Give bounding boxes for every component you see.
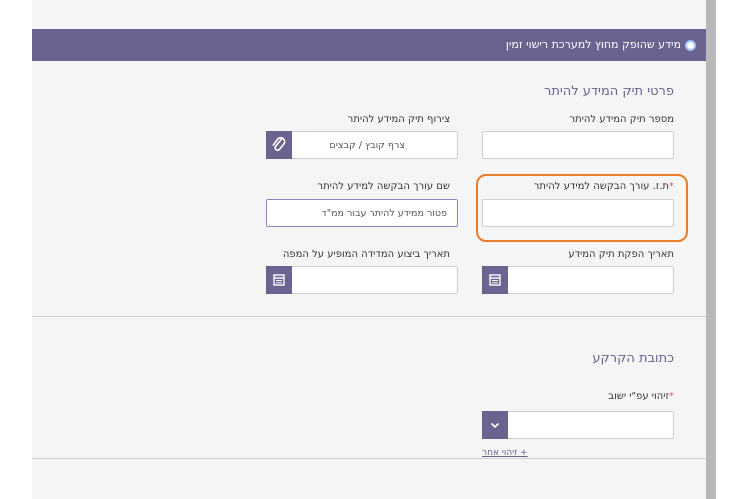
label-attach-file: צירוף תיק המידע להיתר bbox=[347, 114, 450, 125]
label-measure-date: תאריך ביצוע המדידה המופיע על המפה bbox=[282, 249, 450, 260]
file-number-input[interactable] bbox=[482, 131, 674, 159]
form-page: מידע שהופק מחוץ למערכת רישוי זמין פרטי ת… bbox=[32, 0, 706, 499]
attach-placeholder: צרף קובץ / קבצים bbox=[329, 140, 405, 151]
scrollbar-track[interactable] bbox=[706, 0, 716, 499]
label-requester-name: שם עורך הבקשה למידע להיתר bbox=[317, 181, 450, 192]
radio-icon[interactable] bbox=[685, 40, 696, 51]
label-file-number: מספר תיק המידע להיתר bbox=[569, 114, 674, 125]
issue-date-calendar-button[interactable] bbox=[482, 266, 508, 294]
requester-name-placeholder: פטור ממידע להיתר עבור ממ"ד bbox=[321, 208, 447, 219]
section-divider bbox=[32, 316, 706, 317]
settlement-dropdown-button[interactable] bbox=[482, 411, 508, 439]
paperclip-icon bbox=[272, 136, 286, 151]
attach-file-field[interactable]: צרף קובץ / קבצים bbox=[266, 131, 458, 159]
section-header: מידע שהופק מחוץ למערכת רישוי זמין bbox=[32, 29, 706, 61]
issue-date-input[interactable] bbox=[482, 266, 674, 294]
header-title: מידע שהופק מחוץ למערכת רישוי זמין bbox=[505, 38, 681, 51]
label-issue-date: תאריך הפקת תיק המידע bbox=[568, 249, 674, 260]
calendar-icon bbox=[273, 274, 285, 286]
requester-name-input[interactable]: פטור ממידע להיתר עבור ממ"ד bbox=[266, 199, 458, 227]
settlement-select[interactable] bbox=[482, 411, 674, 439]
label-settlement: *זיהוי עפ"י ישוב bbox=[608, 391, 674, 402]
highlight-box bbox=[476, 174, 688, 242]
attach-button[interactable] bbox=[266, 131, 292, 159]
chevron-down-icon bbox=[490, 422, 500, 429]
calendar-icon bbox=[489, 274, 501, 286]
other-id-link[interactable]: + זיהוי אחר bbox=[482, 448, 528, 458]
measure-date-calendar-button[interactable] bbox=[266, 266, 292, 294]
section-title-file-details: פרטי תיק המידע להיתר bbox=[544, 84, 674, 99]
measure-date-input[interactable] bbox=[266, 266, 458, 294]
section-title-land-address: כתובת הקרקע bbox=[592, 351, 674, 366]
bottom-divider bbox=[32, 458, 706, 459]
